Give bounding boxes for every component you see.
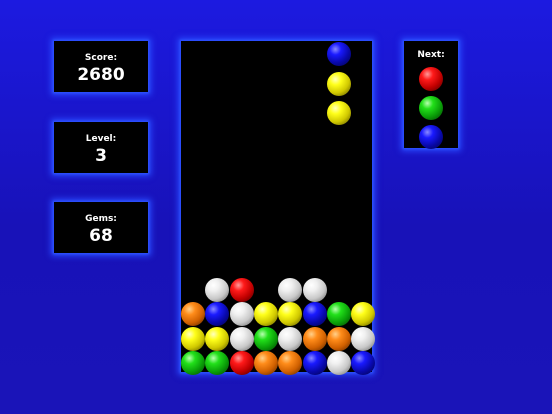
orange-gem (253, 350, 278, 375)
next-piece-panel: Next: (404, 41, 458, 149)
green-gem (253, 326, 278, 351)
green-gem (205, 350, 230, 375)
red-gem (229, 350, 254, 375)
falling-blue-gem[interactable] (326, 42, 351, 66)
blue-gem (351, 350, 376, 375)
orange-gem (302, 326, 327, 351)
score-value: 2680 (77, 65, 125, 85)
red-gem (229, 278, 254, 302)
white-gem (229, 302, 254, 327)
score-label: Score: (84, 53, 118, 63)
gems-panel: Gems: 68 (54, 202, 148, 253)
white-gem (278, 278, 303, 302)
orange-gem (278, 350, 303, 375)
level-panel: Level: 3 (54, 122, 148, 173)
blue-gem (302, 302, 327, 327)
white-gem (229, 326, 254, 351)
white-gem (278, 326, 303, 351)
white-gem (326, 350, 351, 375)
yellow-gem (253, 302, 278, 327)
level-value: 3 (95, 146, 107, 166)
yellow-gem (181, 326, 205, 351)
next-label: Next: (417, 50, 445, 60)
next-blue-gem (419, 125, 443, 149)
gems-value: 68 (89, 226, 113, 246)
falling-yellow-gem[interactable] (326, 101, 351, 125)
yellow-gem (205, 326, 230, 351)
white-gem (351, 326, 376, 351)
gems-label: Gems: (85, 214, 117, 224)
white-gem (205, 278, 230, 302)
yellow-gem (278, 302, 303, 327)
yellow-gem (351, 302, 376, 327)
white-gem (302, 278, 327, 302)
orange-gem (326, 326, 351, 351)
next-green-gem (419, 96, 443, 120)
green-gem (181, 350, 205, 375)
next-red-gem (419, 67, 443, 91)
green-gem (326, 302, 351, 327)
orange-gem (181, 302, 205, 327)
level-label: Level: (85, 134, 117, 144)
blue-gem (205, 302, 230, 327)
falling-yellow-gem[interactable] (326, 71, 351, 96)
game-board[interactable] (181, 41, 376, 375)
score-panel: Score: 2680 (54, 41, 148, 92)
game-screen: { "score": { "label": "Score:", "value":… (0, 0, 552, 414)
blue-gem (302, 350, 327, 375)
